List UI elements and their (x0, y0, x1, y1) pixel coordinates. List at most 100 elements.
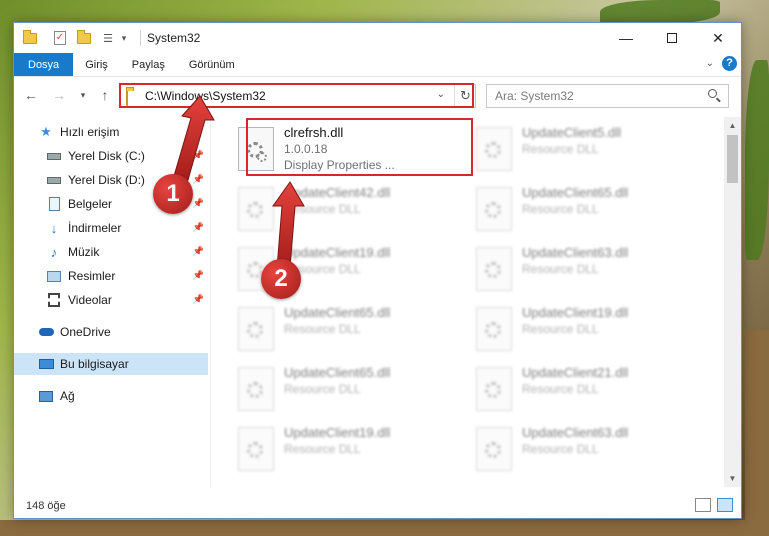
file-item[interactable]: UpdateClient21.dll Resource DLL (476, 363, 706, 421)
minimize-button[interactable]: — (603, 23, 649, 53)
maximize-icon (667, 33, 677, 43)
minimize-icon: — (619, 30, 633, 46)
forward-button[interactable]: → (50, 85, 68, 105)
sidebar-item-label: Müzik (68, 245, 100, 259)
folder-icon (22, 29, 38, 46)
vertical-scrollbar[interactable]: ▲ ▼ (724, 117, 741, 487)
pin-icon: 📌 (192, 246, 204, 256)
background-leaf (600, 0, 720, 24)
pane-divider (210, 117, 211, 487)
pin-icon: 📌 (192, 270, 204, 280)
file-description: Resource DLL (284, 382, 361, 396)
star-icon: ★ (40, 124, 52, 139)
file-item[interactable]: UpdateClient65.dll Resource DLL (238, 363, 468, 421)
sidebar-item-videos[interactable]: Videolar 📌 (14, 289, 208, 311)
search-input[interactable]: Ara: System32 (486, 84, 729, 108)
close-icon: ✕ (712, 29, 724, 46)
tab-view[interactable]: Görünüm (177, 53, 247, 76)
sidebar-item-label: Yerel Disk (D:) (68, 173, 145, 187)
scroll-thumb[interactable] (727, 135, 738, 183)
folder-icon (126, 90, 128, 106)
file-description: Resource DLL (284, 442, 361, 456)
dll-file-icon (476, 367, 512, 411)
sidebar-item-pictures[interactable]: Resimler 📌 (14, 265, 208, 287)
sidebar-item-label: Yerel Disk (C:) (68, 149, 145, 163)
tab-home[interactable]: Giriş (73, 53, 120, 76)
file-item[interactable]: UpdateClient5.dll Resource DLL (476, 123, 706, 181)
sidebar-item-disk-c[interactable]: Yerel Disk (C:) 📌 (14, 145, 208, 167)
file-item[interactable]: UpdateClient63.dll Resource DLL (476, 243, 706, 301)
file-item[interactable]: UpdateClient19.dll Resource DLL (476, 303, 706, 361)
view-options-icon[interactable]: ☰ (100, 30, 116, 46)
tab-share[interactable]: Paylaş (120, 53, 177, 76)
computer-icon (38, 356, 54, 372)
documents-icon (46, 196, 62, 212)
file-list: clrefrsh.dll 1.0.0.18 Display Properties… (224, 117, 724, 487)
callout-2: 2 (261, 259, 301, 299)
dll-file-icon (238, 127, 274, 171)
search-placeholder: Ara: System32 (495, 89, 574, 103)
network-icon (38, 388, 54, 404)
file-name: UpdateClient19.dll (522, 305, 629, 320)
file-item[interactable]: UpdateClient42.dll Resource DLL (238, 183, 468, 241)
refresh-icon: ↻ (460, 88, 471, 103)
sidebar-item-label: Hızlı erişim (60, 125, 120, 139)
dll-file-icon (476, 127, 512, 171)
details-view-icon[interactable] (695, 498, 711, 512)
navigation-pane: ★ Hızlı erişim Yerel Disk (C:) 📌 Yerel D… (14, 117, 210, 487)
close-button[interactable]: ✕ (695, 23, 741, 53)
title-bar: ✓ ☰ ▾ System32 — ✕ (14, 23, 741, 53)
properties-icon[interactable]: ✓ (52, 30, 68, 46)
file-item-clrefrsh[interactable]: clrefrsh.dll 1.0.0.18 Display Properties… (238, 123, 468, 181)
file-description: Resource DLL (284, 202, 361, 216)
file-name: UpdateClient19.dll (284, 425, 391, 440)
up-button[interactable]: ↑ (96, 85, 114, 105)
file-description: Resource DLL (522, 442, 599, 456)
sidebar-item-this-pc[interactable]: Bu bilgisayar (14, 353, 208, 375)
file-version: 1.0.0.18 (284, 142, 328, 156)
sidebar-item-downloads[interactable]: ↓ İndirmeler 📌 (14, 217, 208, 239)
pin-icon: 📌 (192, 222, 204, 232)
back-arrow-icon: ← (24, 87, 38, 103)
dll-file-icon (476, 247, 512, 291)
sidebar-item-quick-access[interactable]: ★ Hızlı erişim (14, 121, 208, 143)
file-name: UpdateClient65.dll (284, 305, 391, 320)
sidebar-item-label: Ağ (60, 389, 75, 403)
drive-icon (46, 148, 62, 164)
callout-1: 1 (153, 174, 193, 214)
tab-file[interactable]: Dosya (14, 53, 74, 76)
dll-file-icon (476, 427, 512, 471)
refresh-button[interactable]: ↻ (454, 84, 476, 108)
file-item[interactable]: UpdateClient63.dll Resource DLL (476, 423, 706, 481)
file-item[interactable]: UpdateClient19.dll Resource DLL (238, 423, 468, 481)
recent-locations-button[interactable]: ▾ (74, 85, 92, 105)
drive-icon (46, 172, 62, 188)
file-item[interactable]: UpdateClient65.dll Resource DLL (238, 303, 468, 361)
dll-file-icon (238, 427, 274, 471)
file-name: UpdateClient65.dll (522, 185, 629, 200)
sidebar-item-music[interactable]: ♪ Müzik 📌 (14, 241, 208, 263)
ribbon-controls: ⌄ ? (706, 56, 737, 71)
file-description: Resource DLL (522, 202, 599, 216)
address-bar[interactable]: C:\Windows\System32 ⌄ (120, 84, 476, 108)
large-icons-view-icon[interactable] (717, 498, 733, 512)
back-button[interactable]: ← (22, 85, 40, 105)
sidebar-item-network[interactable]: Ağ (14, 385, 208, 407)
status-bar: 148 öğe (14, 494, 741, 518)
dll-file-icon (476, 187, 512, 231)
forward-arrow-icon: → (52, 87, 66, 103)
address-dropdown-icon[interactable]: ⌄ (437, 89, 445, 100)
new-folder-icon[interactable] (76, 29, 92, 46)
pin-icon: 📌 (192, 174, 204, 184)
scroll-down-icon[interactable]: ▼ (724, 470, 741, 487)
file-item[interactable]: UpdateClient65.dll Resource DLL (476, 183, 706, 241)
ribbon-tabs: Dosya Giriş Paylaş Görünüm ⌄ ? (14, 53, 741, 77)
customize-toolbar-icon[interactable]: ▾ (116, 30, 132, 46)
maximize-button[interactable] (649, 23, 695, 53)
scroll-up-icon[interactable]: ▲ (724, 117, 741, 134)
help-icon[interactable]: ? (722, 56, 737, 71)
search-icon[interactable] (708, 89, 722, 103)
expand-ribbon-icon[interactable]: ⌄ (706, 58, 714, 69)
sidebar-item-onedrive[interactable]: OneDrive (14, 321, 208, 343)
background-wood (0, 520, 769, 536)
